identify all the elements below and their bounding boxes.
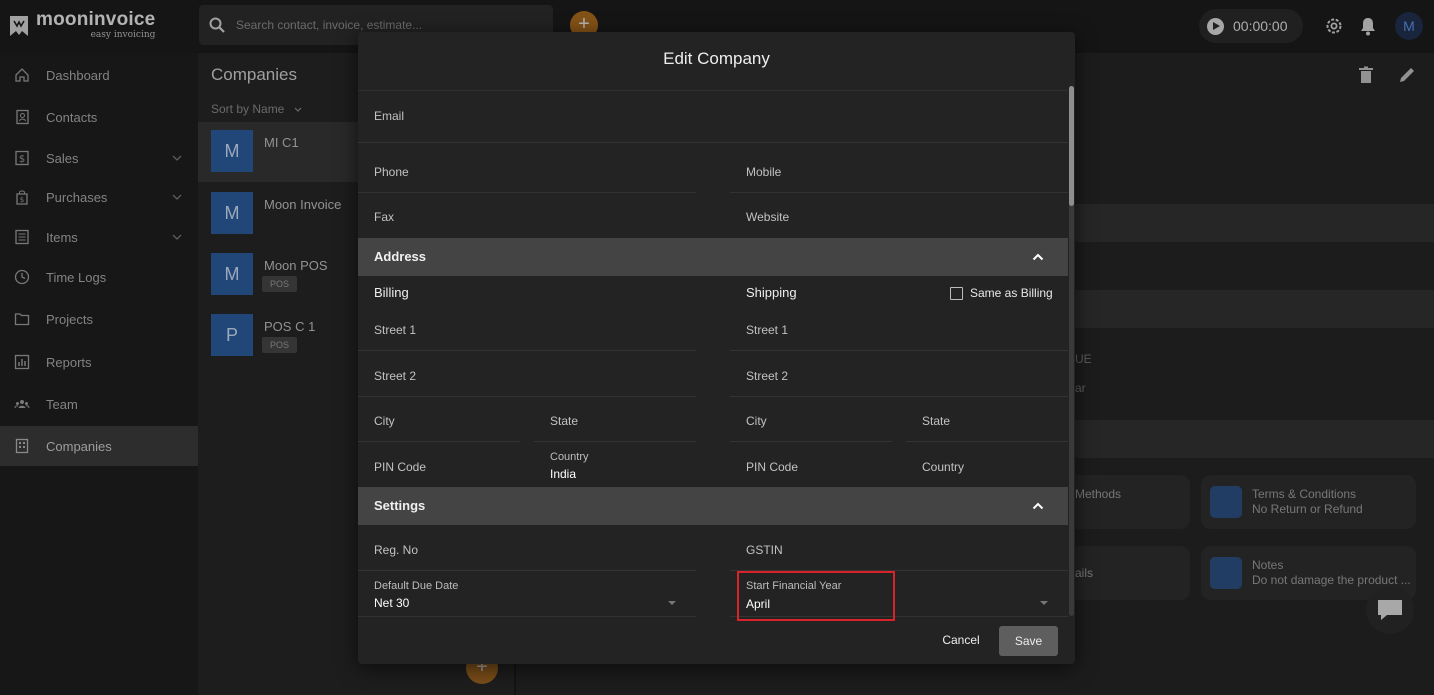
chevron-up-icon[interactable]	[1032, 253, 1044, 261]
edit-company-dialog: Edit Company Email Phone Mobile Fax Webs…	[358, 32, 1075, 664]
billing-state-field[interactable]: State	[550, 414, 578, 428]
phone-field[interactable]: Phone	[374, 165, 409, 179]
mobile-field[interactable]: Mobile	[746, 165, 781, 179]
email-field[interactable]: Email	[374, 109, 404, 123]
billing-city-field[interactable]: City	[374, 414, 395, 428]
dialog-title: Edit Company	[663, 49, 770, 68]
divider	[358, 192, 696, 193]
divider	[358, 396, 696, 397]
shipping-pin-field[interactable]: PIN Code	[746, 460, 798, 474]
divider	[358, 90, 1068, 91]
billing-country-select[interactable]: India	[550, 467, 576, 481]
shipping-street2-field[interactable]: Street 2	[746, 369, 788, 383]
due-date-label: Default Due Date	[374, 580, 459, 592]
billing-heading: Billing	[374, 285, 409, 300]
divider	[358, 350, 696, 351]
divider	[730, 350, 1068, 351]
billing-street2-field[interactable]: Street 2	[374, 369, 416, 383]
address-section-header[interactable]: Address	[358, 238, 1068, 276]
shipping-street1-field[interactable]: Street 1	[746, 323, 788, 337]
section-title: Settings	[374, 498, 426, 513]
reg-no-field[interactable]: Reg. No	[374, 543, 418, 557]
billing-street1-field[interactable]: Street 1	[374, 323, 416, 337]
due-date-select[interactable]: Net 30	[374, 596, 409, 610]
divider	[358, 142, 1068, 143]
divider	[358, 441, 520, 442]
financial-year-highlight	[737, 571, 895, 621]
divider	[358, 570, 696, 571]
section-title: Address	[374, 249, 427, 264]
divider	[730, 396, 1068, 397]
divider	[358, 616, 696, 617]
gstin-field[interactable]: GSTIN	[746, 543, 783, 557]
billing-pin-field[interactable]: PIN Code	[374, 460, 426, 474]
chevron-up-icon[interactable]	[1032, 502, 1044, 510]
divider	[534, 441, 696, 442]
shipping-country-field[interactable]: Country	[922, 460, 964, 474]
save-button[interactable]: Save	[999, 626, 1058, 656]
website-field[interactable]: Website	[746, 210, 789, 224]
shipping-heading: Shipping	[746, 285, 797, 300]
scrollbar-thumb[interactable]	[1069, 86, 1074, 206]
divider	[730, 192, 1068, 193]
dropdown-arrow-icon[interactable]	[1040, 601, 1048, 605]
shipping-city-field[interactable]: City	[746, 414, 767, 428]
same-as-billing-label[interactable]: Same as Billing	[970, 286, 1053, 300]
divider	[730, 441, 892, 442]
fax-field[interactable]: Fax	[374, 210, 394, 224]
billing-country-label: Country	[550, 451, 589, 463]
dropdown-arrow-icon[interactable]	[668, 601, 676, 605]
cancel-button[interactable]: Cancel	[935, 628, 987, 652]
shipping-state-field[interactable]: State	[922, 414, 950, 428]
divider	[906, 441, 1068, 442]
same-as-billing-checkbox[interactable]	[950, 287, 963, 300]
settings-section-header[interactable]: Settings	[358, 487, 1068, 525]
